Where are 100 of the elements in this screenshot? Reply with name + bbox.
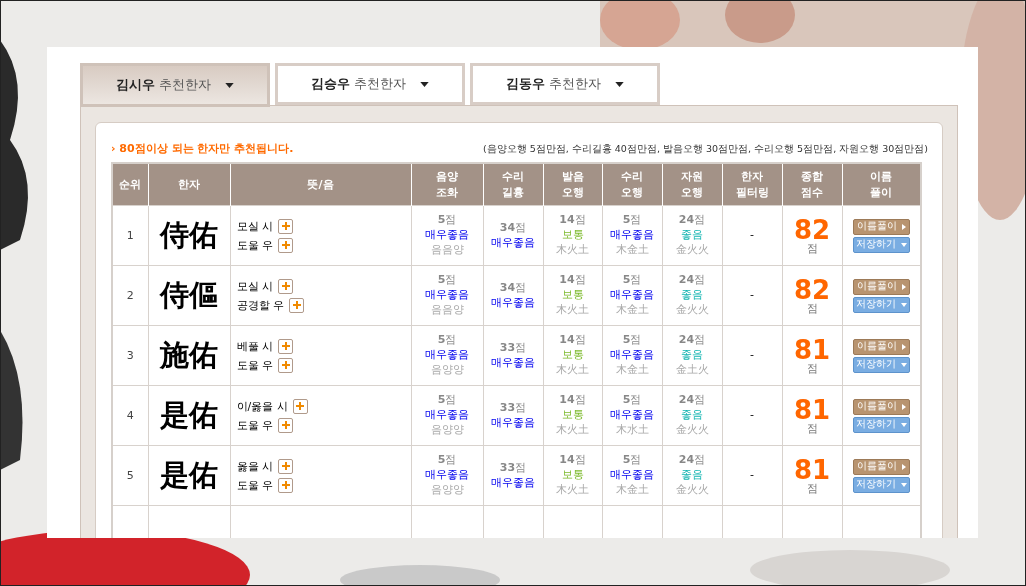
detail-text: 음양양 [429,422,465,438]
detail-text: 木火土 [555,422,590,438]
plus-icon[interactable] [292,398,308,414]
hanja-cell: 是佑 [148,385,230,446]
score-unit: 점 [805,243,819,254]
hanja-cell: 侍傴 [148,265,230,326]
caret-icon [225,82,235,88]
detail-text: 木水土 [614,422,650,438]
analysis-button[interactable]: 이름풀이 [852,398,910,415]
score-text: 14점 [558,453,587,469]
detail-text: 음양양 [429,482,465,498]
name-tab[interactable]: 김동우 추천한자 [470,63,660,105]
arrow-icon [901,343,906,350]
rating-text: 매우좋음 [424,288,470,303]
rank-cell: 3 [112,325,148,386]
score-text: 5점 [621,213,643,229]
rating-text: 매우좋음 [490,475,536,491]
score-text: 5점 [436,453,458,469]
caret-icon [420,81,430,87]
score-text: 5점 [621,393,643,409]
column-header: 순위 [112,163,148,206]
score-text: 5점 [436,273,458,289]
arrow-icon [901,223,906,230]
rating-text: 매우좋음 [424,468,470,483]
rating-text: 매우좋음 [490,295,536,311]
plus-icon[interactable] [278,278,293,294]
column-header: 이름 풀이 [842,163,921,206]
plus-icon[interactable] [278,458,293,474]
save-button[interactable]: 저장하기 [852,296,910,313]
caret-icon [900,302,907,307]
analysis-button[interactable]: 이름풀이 [852,218,910,235]
rating-text: 매우좋음 [490,415,536,431]
rating-text: 보통 [560,468,585,483]
score-unit: 점 [805,363,819,374]
score-text: 34점 [498,220,528,236]
caret-icon [900,482,907,487]
rating-text: 매우좋음 [609,408,655,423]
rating-text: 보통 [560,348,585,363]
caret-icon [900,362,907,367]
rating-text: 매우좋음 [609,228,655,243]
detail-text: 金火火 [674,242,710,258]
analysis-button[interactable]: 이름풀이 [852,278,910,295]
detail-text: 金土火 [674,362,710,378]
total-score: 81 [792,337,832,363]
criteria-text: (음양오행 5점만점, 수리길흉 40점만점, 발음오행 30점만점, 수리오행 5점만점, 자원오행 30점만점) [482,143,928,156]
score-unit: 점 [805,423,819,434]
detail-text: 음음양 [429,242,465,258]
hanja-cell: 施佑 [148,325,230,386]
meaning-text: 모실 시 [236,218,273,234]
analysis-button[interactable]: 이름풀이 [852,458,910,475]
rank-cell: 4 [112,385,148,446]
caret-icon [900,422,907,427]
rating-text: 매우좋음 [609,288,655,303]
analysis-button[interactable]: 이름풀이 [852,338,910,355]
detail-text: 木火土 [555,302,590,318]
detail-text: 金火火 [674,302,710,318]
total-score: 81 [792,397,832,423]
score-text: 33점 [498,400,528,416]
column-header: 음양 조화 [411,163,483,206]
save-button[interactable]: 저장하기 [852,236,910,253]
rating-text: 좋음 [680,348,704,363]
plus-icon[interactable] [278,237,293,253]
filter-cell: - [722,205,782,266]
detail-text: 木火土 [555,362,590,378]
rating-text: 보통 [560,228,585,243]
detail-text: 木火土 [555,242,590,258]
rank-cell: 5 [112,445,148,506]
score-unit: 점 [805,483,819,494]
save-button[interactable]: 저장하기 [852,416,910,433]
hanja-cell: 侍佑 [148,205,230,266]
score-text: 14점 [558,393,587,409]
plus-icon[interactable] [278,218,293,234]
filter-cell: - [722,385,782,446]
plus-icon[interactable] [278,357,293,373]
detail-text: 음음양 [429,302,465,318]
filter-cell: - [722,325,782,386]
meaning-text: 도울 우 [236,357,273,373]
plus-icon[interactable] [278,477,293,493]
rating-text: 보통 [560,288,585,303]
detail-text: 木金土 [614,482,650,498]
plus-icon[interactable] [278,338,293,354]
detail-text: 음양양 [429,362,465,378]
detail-text: 木火土 [555,482,590,498]
plus-icon[interactable] [278,417,293,433]
detail-text: 木金土 [614,302,650,318]
meaning-text: 베풀 시 [236,338,273,354]
arrow-icon [901,283,906,290]
total-score: 81 [792,457,832,483]
notice-text: › 80점이상 되는 한자만 추천됩니다. [111,141,294,156]
save-button[interactable]: 저장하기 [852,356,910,373]
detail-text: 木金土 [614,362,650,378]
save-button[interactable]: 저장하기 [852,476,910,493]
name-tab[interactable]: 김시우 추천한자 [80,63,270,107]
rating-text: 매우좋음 [490,235,536,251]
score-text: 5점 [436,393,458,409]
rating-text: 좋음 [680,288,704,303]
meaning-text: 모실 시 [236,278,273,294]
name-tab[interactable]: 김승우 추천한자 [275,63,465,105]
plus-icon[interactable] [289,297,304,313]
rating-text: 좋음 [680,468,704,483]
